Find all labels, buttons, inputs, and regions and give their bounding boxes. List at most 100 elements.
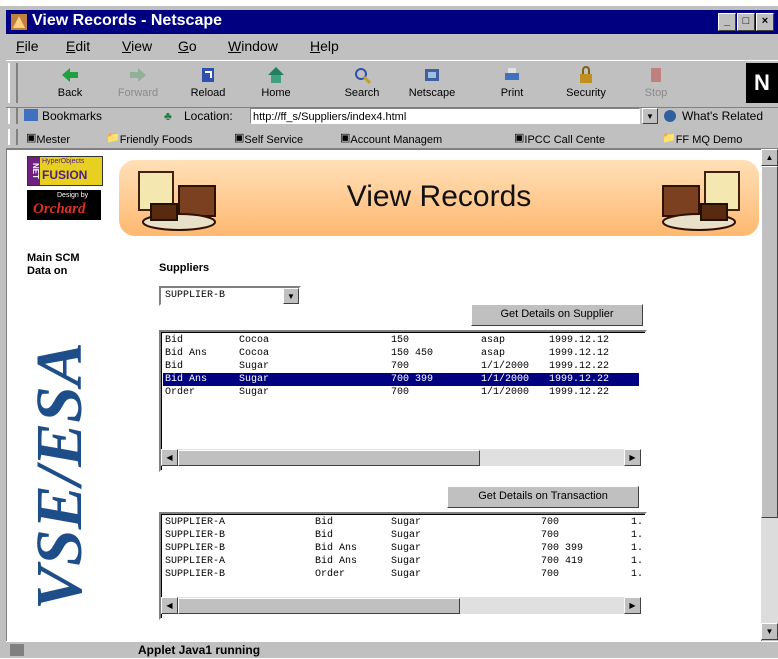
orchard-logo[interactable]: Design by Orchard xyxy=(27,190,101,220)
fusion-logo[interactable]: NET HyperObjects FUSION xyxy=(27,156,103,186)
print-button[interactable]: Print xyxy=(484,63,540,105)
security-button[interactable]: Security xyxy=(558,63,614,105)
tx-type: Bid xyxy=(315,530,334,541)
records-hscrollbar[interactable]: ◀ ▶ xyxy=(161,449,641,466)
record-type: Bid xyxy=(165,335,184,346)
records-list[interactable]: Bid Cocoa 150 asap 1999.12.12 Bid Ans Cocoa 150… xyxy=(159,330,647,472)
get-details-transaction-button[interactable]: Get Details on Transaction xyxy=(447,486,639,508)
stop-button[interactable]: Stop xyxy=(628,63,684,105)
home-button[interactable]: Home xyxy=(248,63,304,105)
bookmark-friendly-foods[interactable]: 📁 Friendly Foods xyxy=(106,131,192,146)
location-icon: ♣ xyxy=(164,109,172,123)
tx-type: Bid Ans xyxy=(315,543,358,554)
records-scroll-right[interactable]: ▶ xyxy=(624,449,641,466)
reload-label: Reload xyxy=(190,87,226,99)
transactions-scroll-left[interactable]: ◀ xyxy=(161,597,178,614)
tx-more: 1. xyxy=(631,569,644,580)
transaction-row[interactable]: SUPPLIER-B Bid Ans Sugar 700 399 1. xyxy=(163,542,643,555)
record-date1: asap xyxy=(481,335,506,346)
back-button[interactable]: Back xyxy=(42,63,98,105)
record-date2: 1999.12.22 xyxy=(549,387,610,398)
stop-label: Stop xyxy=(644,87,668,99)
orchard-logo-text: Orchard xyxy=(33,201,86,217)
bookmarks-button[interactable]: Bookmarks xyxy=(42,109,102,123)
tx-qty: 700 419 xyxy=(541,556,584,567)
bookmark-account-managem[interactable]: ▣ Account Managem xyxy=(340,131,442,146)
page-scroll-thumb[interactable] xyxy=(761,166,778,518)
supplier-select[interactable]: SUPPLIER-B ▼ xyxy=(159,286,301,306)
tx-item: Sugar xyxy=(391,556,422,567)
record-row[interactable]: Bid Ans Sugar 700 399 1/1/2000 1999.12.22 xyxy=(163,373,639,386)
transactions-list[interactable]: SUPPLIER-A Bid Sugar 700 1. SUPPLIER-B Bid Suga… xyxy=(159,512,647,620)
get-details-supplier-button[interactable]: Get Details on Supplier xyxy=(471,304,643,326)
bookmark-ipcc-call-cente[interactable]: ▣ IPCC Call Cente xyxy=(514,131,605,146)
netscape-app-icon xyxy=(11,14,27,30)
record-date2: 1999.12.22 xyxy=(549,361,610,372)
bookmark-self-service[interactable]: ▣ Self Service xyxy=(234,131,303,146)
minimize-button[interactable]: _ xyxy=(718,13,736,31)
vse-esa-brand: VSE/ESA xyxy=(23,342,96,610)
reload-button[interactable]: Reload xyxy=(180,63,236,105)
url-field[interactable]: http://ff_s/Suppliers/index4.html xyxy=(250,108,640,124)
page-scroll-down[interactable]: ▼ xyxy=(761,623,778,640)
bookmark-label: FF MQ Demo xyxy=(675,134,743,146)
record-row[interactable]: Bid Sugar 700 1/1/2000 1999.12.22 xyxy=(163,360,639,373)
tx-supplier: SUPPLIER-A xyxy=(165,556,226,567)
forward-button[interactable]: Forward xyxy=(110,63,166,105)
security-status-icon[interactable] xyxy=(10,644,24,656)
status-bar: Applet Java1 running xyxy=(6,641,778,659)
search-button[interactable]: Search xyxy=(334,63,390,105)
supplier-select-arrow[interactable]: ▼ xyxy=(283,288,299,304)
netscape-button[interactable]: Netscape xyxy=(404,63,460,105)
bookmark-label: Self Service xyxy=(244,134,304,146)
menu-window[interactable]: Window xyxy=(228,38,278,54)
tx-supplier: SUPPLIER-B xyxy=(165,569,226,580)
record-qty: 700 399 xyxy=(391,374,434,385)
menu-help[interactable]: Help xyxy=(310,38,339,54)
records-scroll-left[interactable]: ◀ xyxy=(161,449,178,466)
transaction-row[interactable]: SUPPLIER-B Bid Sugar 700 1. xyxy=(163,529,643,542)
transactions-hscrollbar[interactable]: ◀ ▶ xyxy=(161,597,641,614)
location-grip[interactable] xyxy=(8,108,18,124)
tx-supplier: SUPPLIER-A xyxy=(165,517,226,528)
transaction-row[interactable]: SUPPLIER-A Bid Ans Sugar 700 419 1. xyxy=(163,555,643,568)
close-button[interactable]: × xyxy=(756,13,774,31)
location-toolbar: Bookmarks ♣ Location: http://ff_s/Suppli… xyxy=(6,107,778,127)
tx-item: Sugar xyxy=(391,543,422,554)
record-row[interactable]: Bid Ans Cocoa 150 450 asap 1999.12.12 xyxy=(163,347,639,360)
page-scroll-up[interactable]: ▲ xyxy=(761,149,778,166)
transaction-row[interactable]: SUPPLIER-B Order Sugar 700 1. xyxy=(163,568,643,581)
bookmark-mester[interactable]: ▣ Mester xyxy=(26,131,70,146)
record-type: Bid Ans xyxy=(165,348,208,359)
back-arrow-icon xyxy=(62,68,78,82)
record-type: Bid xyxy=(165,361,184,372)
search-icon xyxy=(355,68,372,85)
tx-more: 1. xyxy=(631,530,644,541)
tx-item: Sugar xyxy=(391,517,422,528)
menu-go[interactable]: Go xyxy=(178,38,197,54)
transactions-scroll-right[interactable]: ▶ xyxy=(624,597,641,614)
record-row[interactable]: Bid Cocoa 150 asap 1999.12.12 xyxy=(163,334,639,347)
maximize-button[interactable]: □ xyxy=(737,13,755,31)
transaction-row[interactable]: SUPPLIER-A Bid Sugar 700 1. xyxy=(163,516,643,529)
menu-file[interactable]: File xyxy=(16,38,39,54)
toolbar-grip[interactable] xyxy=(8,63,18,103)
url-dropdown-button[interactable]: ▼ xyxy=(642,108,658,124)
menu-view[interactable]: View xyxy=(122,38,152,54)
netscape-throbber-logo[interactable]: N xyxy=(746,63,778,103)
tx-qty: 700 xyxy=(541,530,560,541)
personal-grip[interactable] xyxy=(8,129,18,145)
page-content: NET HyperObjects FUSION Design by Orchar… xyxy=(6,149,762,642)
bakery-illustration-right xyxy=(662,171,740,231)
menu-edit[interactable]: Edit xyxy=(66,38,90,54)
home-icon xyxy=(268,67,284,83)
records-scroll-thumb[interactable] xyxy=(178,450,480,466)
bookmark-ff-mq-demo[interactable]: 📁 FF MQ Demo xyxy=(662,131,742,146)
transactions-scroll-thumb[interactable] xyxy=(178,598,460,614)
page-vscrollbar[interactable]: ▲ ▼ xyxy=(761,149,778,640)
record-date1: 1/1/2000 xyxy=(481,387,530,398)
whats-related-button[interactable]: What's Related xyxy=(682,109,763,123)
record-row[interactable]: Order Sugar 700 1/1/2000 1999.12.22 xyxy=(163,386,639,399)
fusion-logo-net: NET xyxy=(28,157,40,185)
orchard-logo-small: Design by xyxy=(57,192,89,199)
